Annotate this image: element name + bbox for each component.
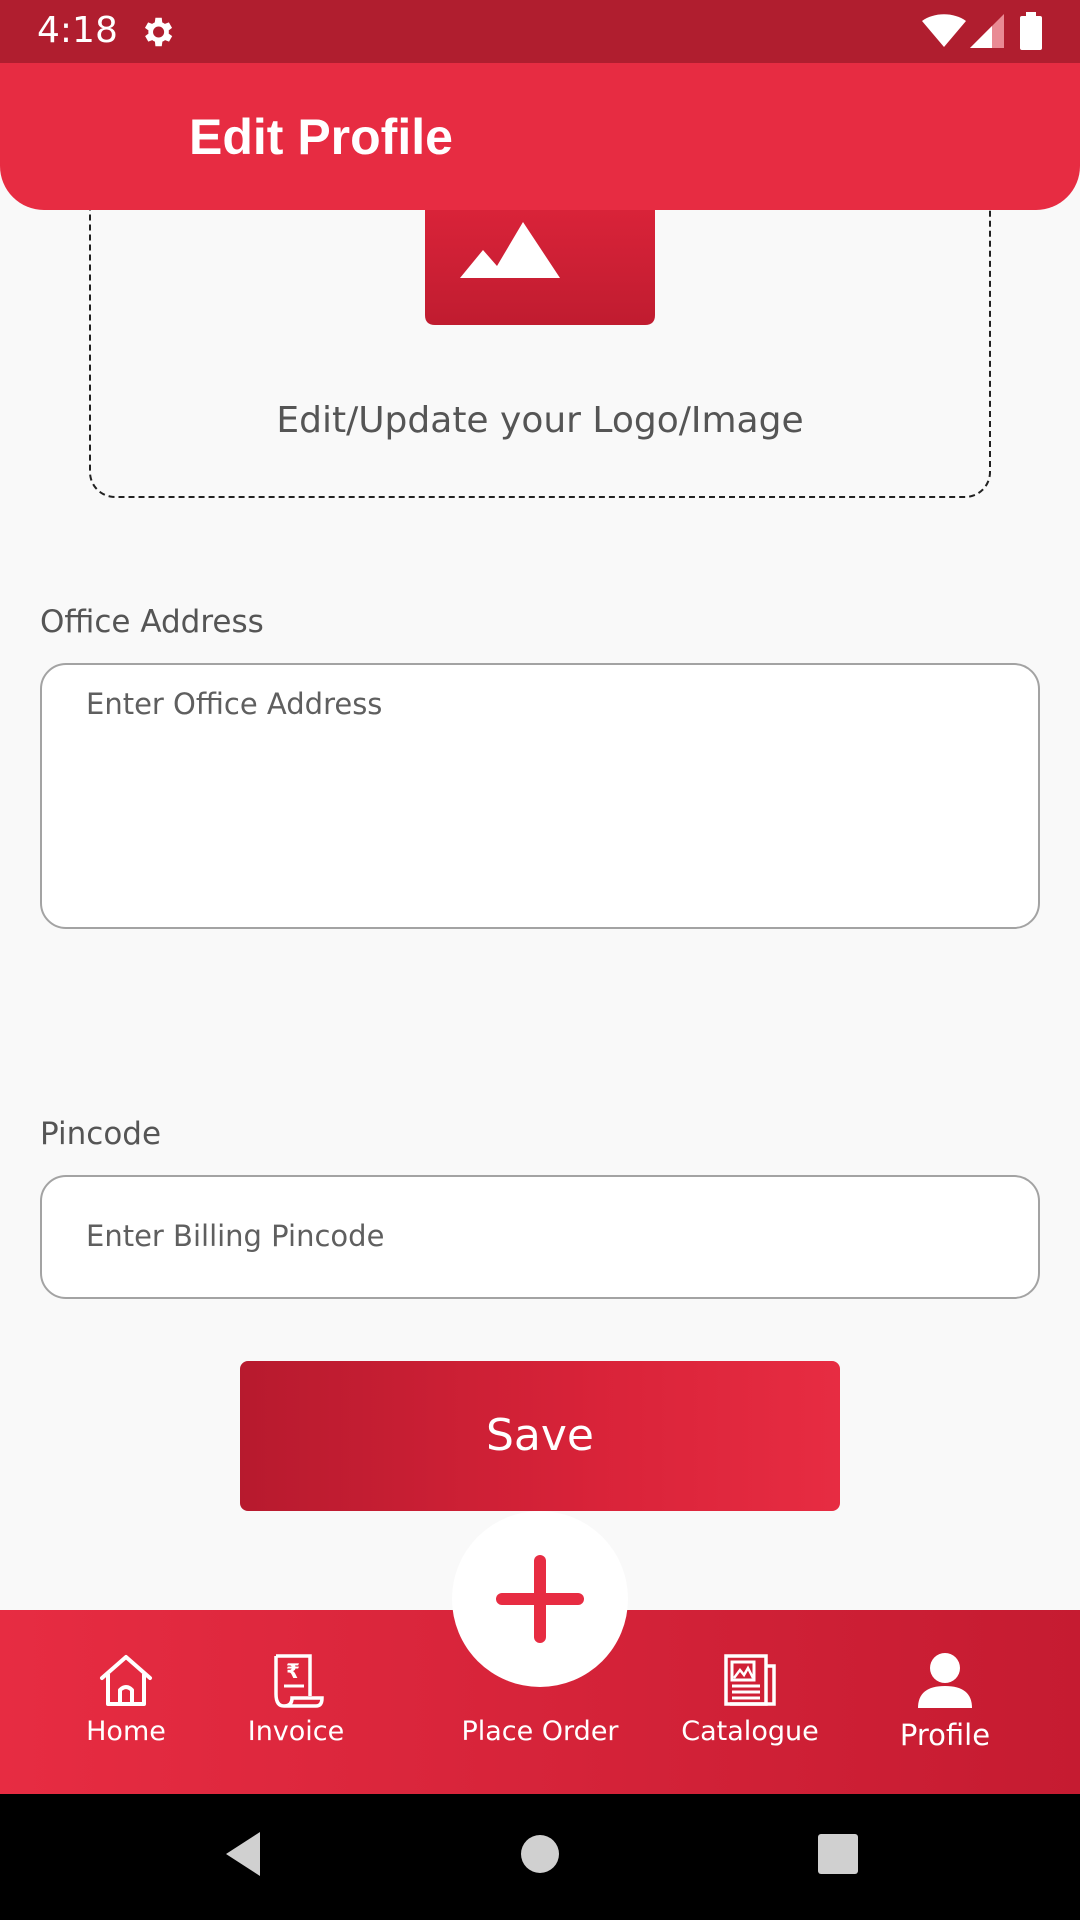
nav-label-invoice: Invoice: [247, 1716, 345, 1747]
settings-gear-icon: [144, 17, 173, 47]
office-address-field[interactable]: Enter Office Address: [40, 663, 1040, 929]
logo-upload-caption: Edit/Update your Logo/Image: [276, 400, 804, 441]
pincode-field[interactable]: Enter Billing Pincode: [40, 1175, 1040, 1299]
nav-label-place-order: Place Order: [461, 1716, 619, 1747]
nav-label-profile: Profile: [899, 1718, 991, 1752]
cell-signal-icon: [970, 14, 1004, 48]
status-time: 4:18: [37, 10, 118, 51]
pincode-placeholder: Enter Billing Pincode: [86, 1219, 385, 1253]
pincode-label: Pincode: [40, 1116, 162, 1152]
nav-label-home: Home: [86, 1716, 166, 1747]
catalogue-icon: [724, 1654, 776, 1706]
recents-square-icon[interactable]: [808, 1824, 868, 1884]
image-placeholder-icon[interactable]: [425, 210, 655, 325]
back-icon[interactable]: [216, 1824, 276, 1884]
office-address-placeholder: Enter Office Address: [86, 687, 383, 721]
nav-item-home[interactable]: Home: [66, 1610, 186, 1794]
svg-text:₹: ₹: [286, 1659, 300, 1683]
invoice-icon: ₹: [274, 1654, 324, 1708]
place-order-fab[interactable]: [452, 1511, 628, 1687]
nav-item-catalogue[interactable]: Catalogue: [680, 1610, 820, 1794]
nav-label-catalogue: Catalogue: [681, 1716, 819, 1747]
page-title: Edit Profile: [189, 109, 453, 165]
app-header: Edit Profile: [0, 63, 1080, 210]
nav-item-profile[interactable]: Profile: [880, 1610, 1010, 1794]
status-bar: 4:18: [0, 0, 1080, 63]
home-icon: [100, 1655, 152, 1706]
nav-item-invoice[interactable]: ₹ Invoice: [236, 1610, 356, 1794]
wifi-icon: [922, 14, 966, 47]
battery-icon: [1020, 12, 1042, 50]
system-nav-bar: [0, 1794, 1080, 1920]
office-address-label: Office Address: [40, 604, 264, 640]
profile-icon: [918, 1653, 972, 1708]
save-button[interactable]: Save: [240, 1361, 840, 1511]
home-circle-icon[interactable]: [510, 1824, 570, 1884]
plus-icon: [496, 1555, 584, 1643]
